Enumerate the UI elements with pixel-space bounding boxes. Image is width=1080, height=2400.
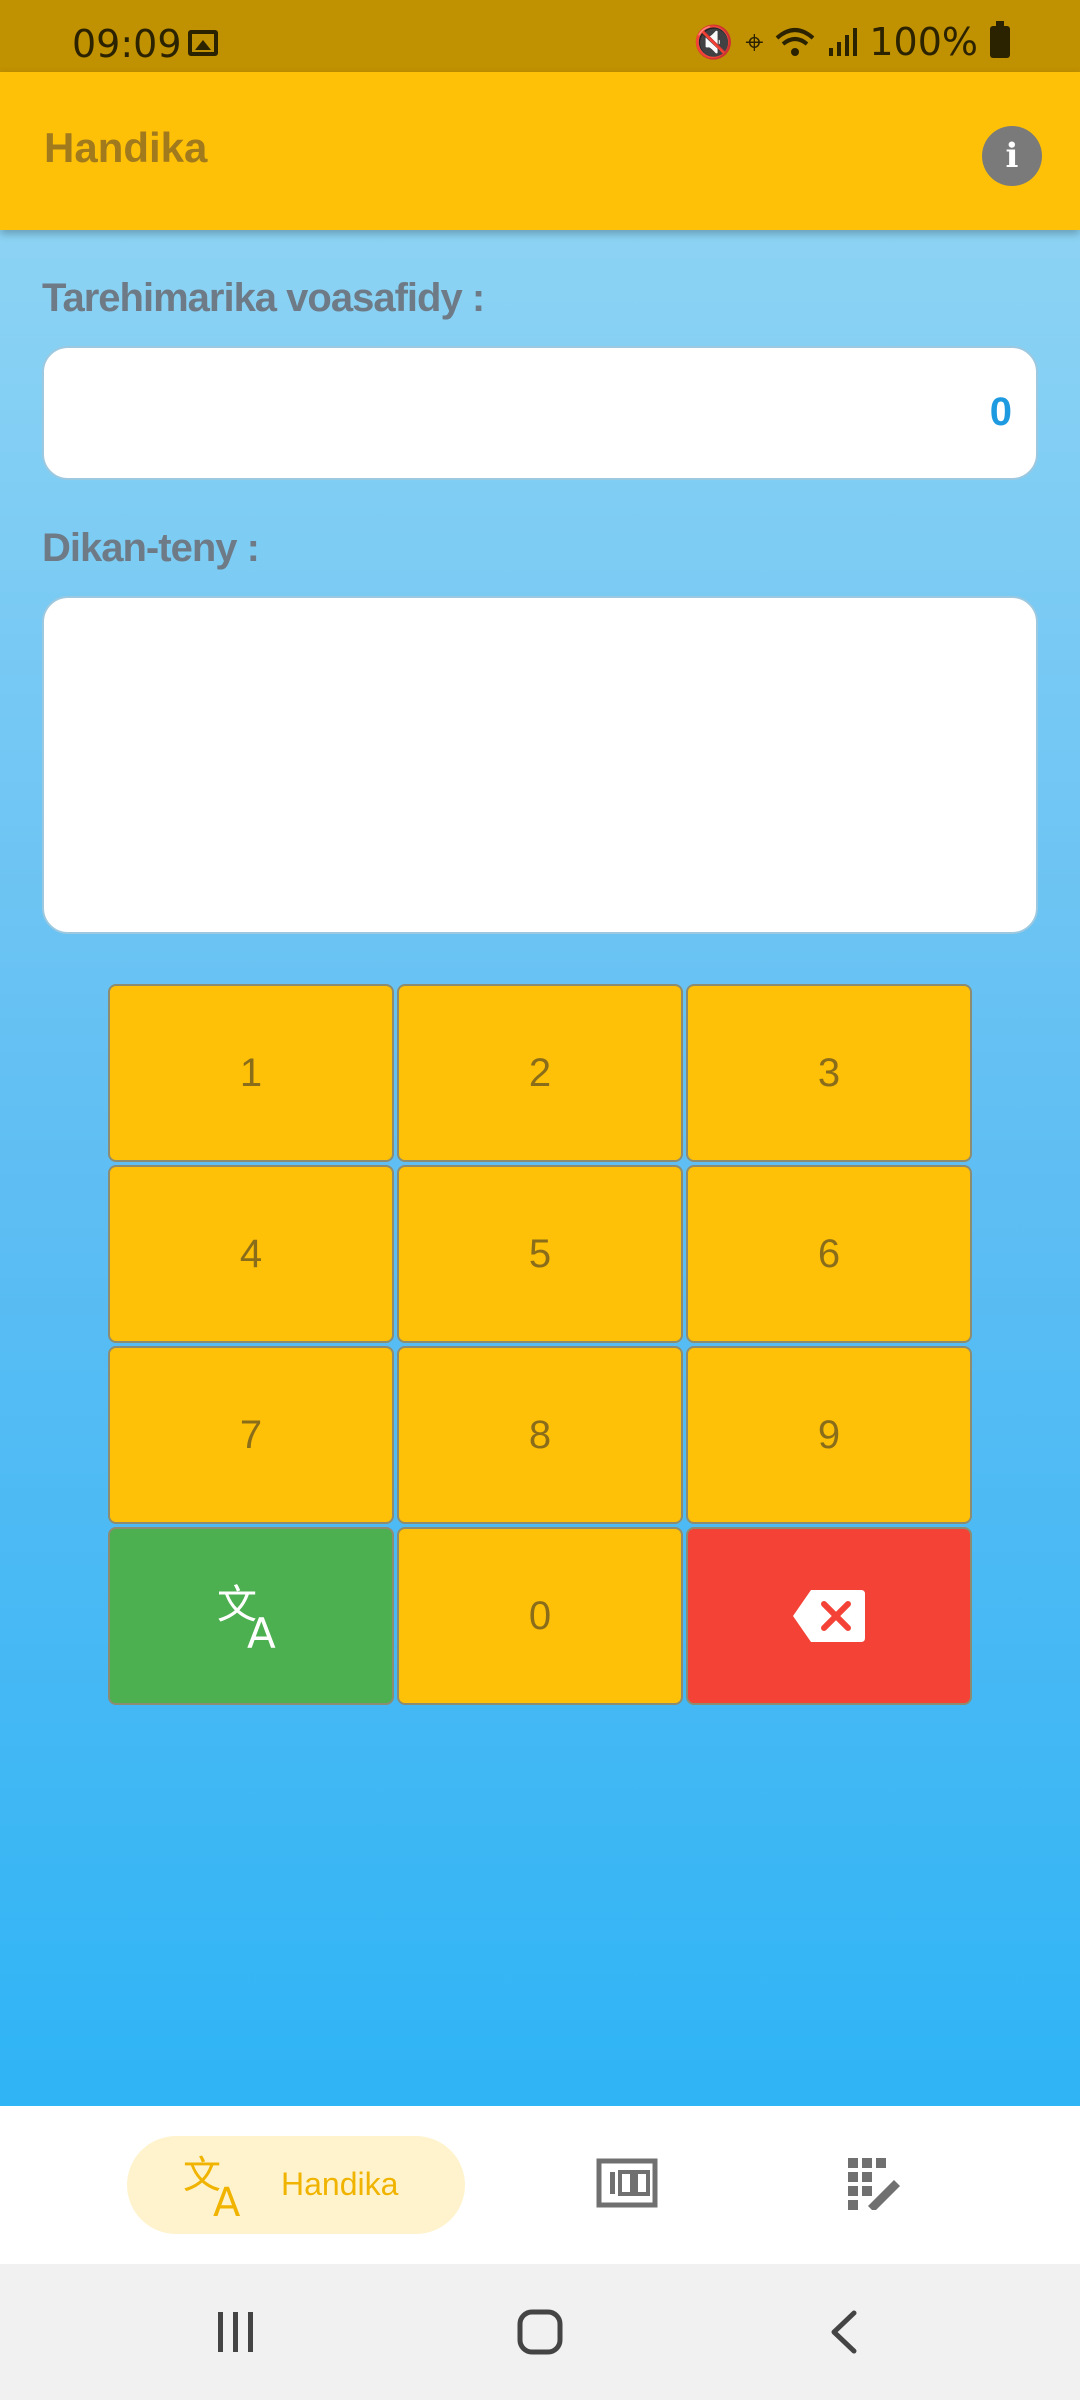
number-label: Tarehimarika voasafidy :: [42, 276, 485, 320]
home-icon[interactable]: [516, 2308, 564, 2356]
translation-label: Dikan-teny :: [42, 526, 260, 570]
recents-icon[interactable]: [214, 2310, 258, 2354]
system-nav-bar: [0, 2264, 1080, 2400]
mute-icon: 🔇: [693, 23, 734, 61]
keypad: 1 2 3 4 5 6 7 8 9 文 A 0: [108, 984, 972, 1705]
backspace-icon: [793, 1590, 865, 1642]
bottom-nav: 文 A Handika: [0, 2106, 1080, 2264]
battery-icon: [990, 21, 1010, 58]
translate-icon: 文 A: [183, 2153, 241, 2218]
number-field[interactable]: 0: [42, 346, 1038, 480]
key-8[interactable]: 8: [397, 1346, 683, 1524]
nav-item-edit[interactable]: [846, 2156, 900, 2212]
status-bar: 09:09 🔇 ⌖ 100%: [0, 0, 1080, 72]
translate-button[interactable]: 文 A: [108, 1527, 394, 1705]
key-3[interactable]: 3: [686, 984, 972, 1162]
key-1[interactable]: 1: [108, 984, 394, 1162]
numbers-icon: [596, 2158, 658, 2208]
key-9[interactable]: 9: [686, 1346, 972, 1524]
app-bar: Handika i: [0, 72, 1080, 230]
key-0[interactable]: 0: [397, 1527, 683, 1705]
info-icon: i: [1005, 136, 1019, 176]
status-right: 🔇 ⌖ 100%: [693, 20, 1010, 64]
backspace-button[interactable]: [686, 1527, 972, 1705]
nav-item-translate-label: Handika: [281, 2166, 399, 2202]
location-icon: ⌖: [745, 22, 764, 61]
key-5[interactable]: 5: [397, 1165, 683, 1343]
gallery-icon: [188, 30, 218, 56]
key-2[interactable]: 2: [397, 984, 683, 1162]
info-button[interactable]: i: [982, 126, 1042, 186]
back-icon[interactable]: [826, 2310, 860, 2354]
main-content: Tarehimarika voasafidy : 0 Dikan-teny : …: [0, 230, 1080, 2106]
battery-label: 100%: [869, 20, 978, 64]
key-7[interactable]: 7: [108, 1346, 394, 1524]
nav-item-numbers[interactable]: [596, 2158, 658, 2208]
page-title: Handika: [44, 124, 208, 171]
translation-field[interactable]: [42, 596, 1038, 934]
key-6[interactable]: 6: [686, 1165, 972, 1343]
translate-icon: 文 A: [217, 1582, 276, 1652]
signal-icon: [829, 28, 858, 56]
key-4[interactable]: 4: [108, 1165, 394, 1343]
number-value: 0: [989, 390, 1012, 434]
nav-item-translate[interactable]: 文 A Handika: [127, 2136, 465, 2234]
edit-grid-icon: [848, 2158, 900, 2212]
wifi-icon: [776, 28, 815, 56]
status-time: 09:09: [72, 22, 182, 66]
svg-text:A: A: [213, 2180, 241, 2218]
svg-text:A: A: [247, 1609, 276, 1652]
